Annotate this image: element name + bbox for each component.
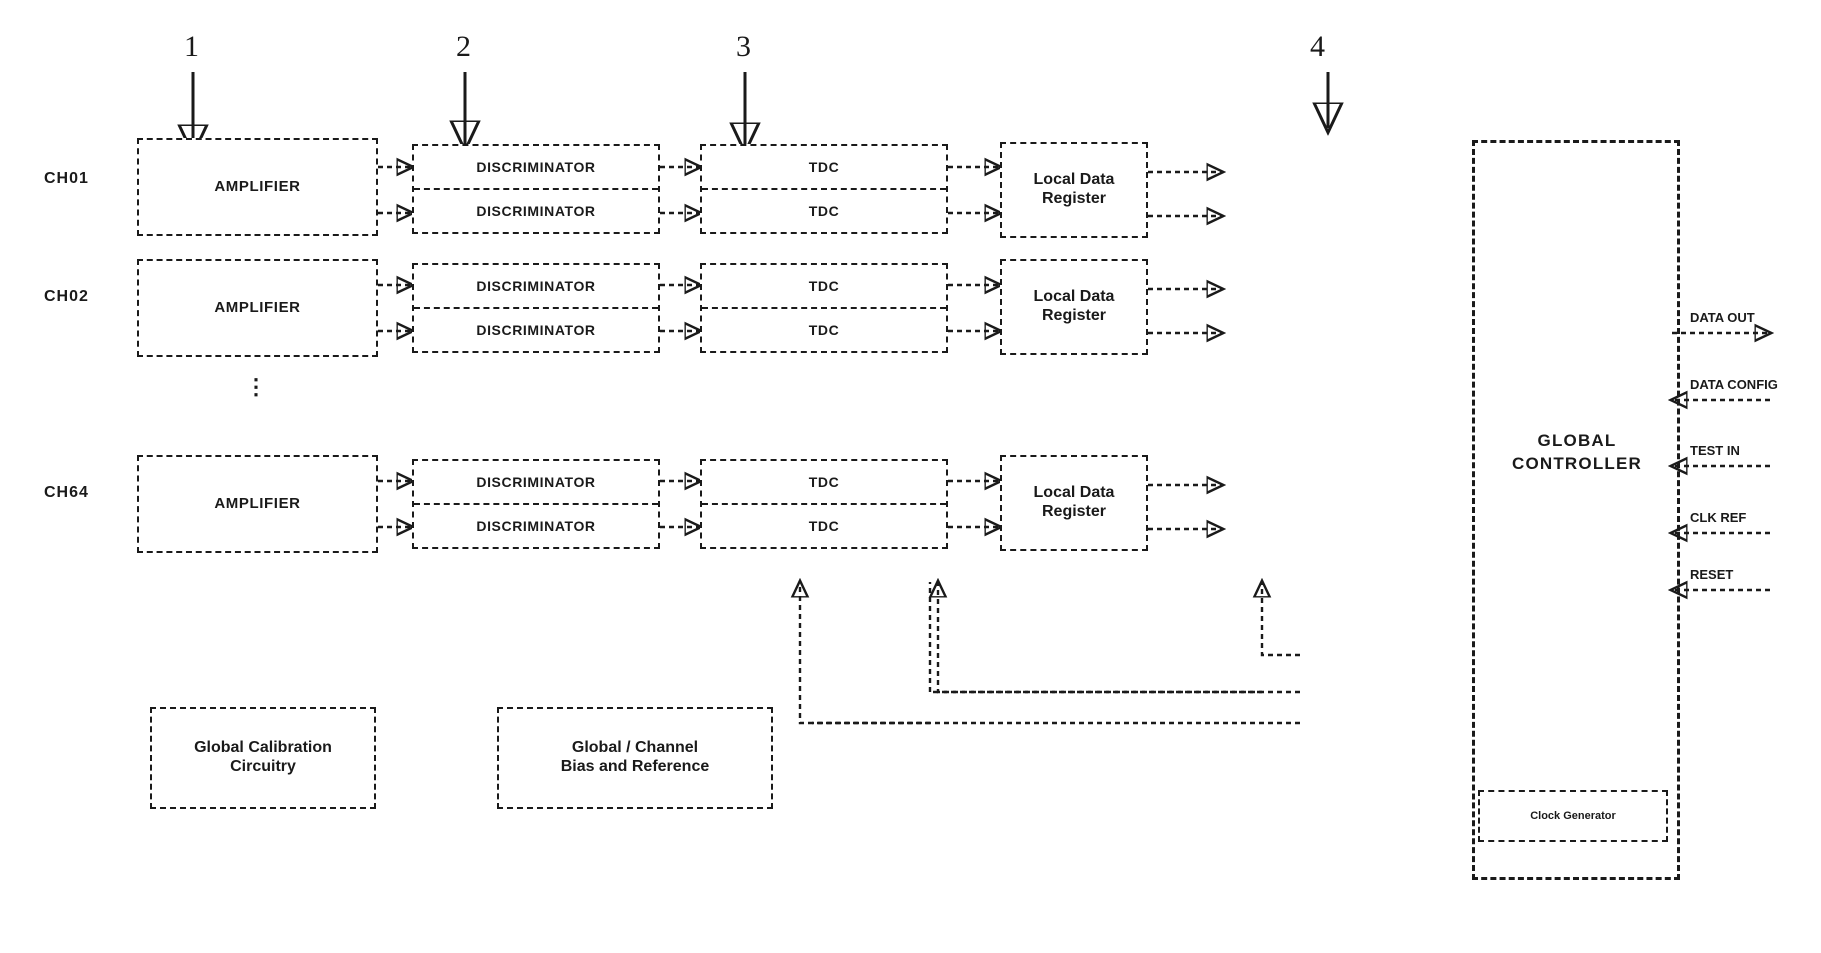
tdc-ch02-a[interactable]: TDC xyxy=(702,265,946,309)
discriminator-ch64-b-label: DISCRIMINATOR xyxy=(476,518,596,534)
discriminator-pair-ch01[interactable]: DISCRIMINATOR DISCRIMINATOR xyxy=(412,144,660,234)
tdc-pair-ch64[interactable]: TDC TDC xyxy=(700,459,948,549)
amplifier-ch02[interactable]: AMPLIFIER xyxy=(137,259,378,357)
amplifier-ch01-label: AMPLIFIER xyxy=(214,178,301,196)
tdc-ch64-b-label: TDC xyxy=(808,518,840,534)
local-data-register-ch01-line2: Register xyxy=(1041,190,1107,207)
discriminator-ch02-b-label: DISCRIMINATOR xyxy=(476,322,596,338)
local-data-register-ch01[interactable]: Local Data Register xyxy=(1000,142,1148,238)
discriminator-ch64-a-label: DISCRIMINATOR xyxy=(476,474,596,490)
local-data-register-ch64-line2: Register xyxy=(1041,503,1107,520)
tdc-pair-ch02[interactable]: TDC TDC xyxy=(700,263,948,353)
tdc-ch01-b[interactable]: TDC xyxy=(702,190,946,232)
local-data-register-ch02-line2: Register xyxy=(1041,307,1107,324)
discriminator-ch01-b-label: DISCRIMINATOR xyxy=(476,203,596,219)
channel-label-ch64: CH64 xyxy=(44,484,89,501)
tdc-pair-ch01[interactable]: TDC TDC xyxy=(700,144,948,234)
global-channel-bias-reference[interactable]: Global / Channel Bias and Reference xyxy=(497,707,773,809)
local-data-register-ch01-line1: Local Data xyxy=(1033,171,1115,189)
tdc-ch02-b[interactable]: TDC xyxy=(702,309,946,351)
discriminator-ch01-a-label: DISCRIMINATOR xyxy=(476,159,596,175)
discriminator-ch64-a[interactable]: DISCRIMINATOR xyxy=(414,461,658,505)
channel-label-ch02: CH02 xyxy=(44,288,89,305)
discriminator-pair-ch64[interactable]: DISCRIMINATOR DISCRIMINATOR xyxy=(412,459,660,549)
discriminator-ch01-a[interactable]: DISCRIMINATOR xyxy=(414,146,658,190)
discriminator-ch02-b[interactable]: DISCRIMINATOR xyxy=(414,309,658,351)
tdc-ch02-b-label: TDC xyxy=(808,322,840,338)
tdc-ch01-b-label: TDC xyxy=(808,203,840,219)
global-calibration-line1: Global Calibration xyxy=(194,739,332,757)
amplifier-ch02-label: AMPLIFIER xyxy=(214,299,301,317)
channel-label-ch01: CH01 xyxy=(44,170,89,187)
global-calibration-circuitry[interactable]: Global Calibration Circuitry xyxy=(150,707,376,809)
signal-label-clk-ref: CLK REF xyxy=(1690,510,1747,525)
discriminator-ch02-a-label: DISCRIMINATOR xyxy=(476,278,596,294)
local-data-register-ch02[interactable]: Local Data Register xyxy=(1000,259,1148,355)
chip-boundary xyxy=(1472,140,1680,880)
discriminator-ch02-a[interactable]: DISCRIMINATOR xyxy=(414,265,658,309)
signal-label-test-in: TEST IN xyxy=(1690,443,1740,458)
amplifier-ch64[interactable]: AMPLIFIER xyxy=(137,455,378,553)
global-channel-bias-line1: Global / Channel xyxy=(571,739,699,757)
channel-ellipsis: ⋮ xyxy=(236,374,276,450)
discriminator-ch64-b[interactable]: DISCRIMINATOR xyxy=(414,505,658,547)
global-controller-line2: CONTROLLER xyxy=(1511,453,1643,473)
tdc-ch64-a[interactable]: TDC xyxy=(702,461,946,505)
tdc-ch01-a[interactable]: TDC xyxy=(702,146,946,190)
signal-label-data-out: DATA OUT xyxy=(1690,310,1755,325)
discriminator-pair-ch02[interactable]: DISCRIMINATOR DISCRIMINATOR xyxy=(412,263,660,353)
patent-figure: 1 2 3 4 CH01 CH02 CH64 AMPLIFIER DISCRIM… xyxy=(0,0,1821,953)
tdc-ch01-a-label: TDC xyxy=(808,159,840,175)
local-data-register-ch64[interactable]: Local Data Register xyxy=(1000,455,1148,551)
global-controller-line1: GLOBAL xyxy=(1537,431,1617,450)
tdc-ch02-a-label: TDC xyxy=(808,278,840,294)
discriminator-ch01-b[interactable]: DISCRIMINATOR xyxy=(414,190,658,232)
clock-generator-block[interactable]: Clock Generator xyxy=(1478,790,1668,842)
local-data-register-ch64-line1: Local Data xyxy=(1033,484,1115,502)
global-channel-bias-line2: Bias and Reference xyxy=(560,758,710,775)
tdc-ch64-a-label: TDC xyxy=(808,474,840,490)
signal-label-data-config: DATA CONFIG xyxy=(1690,377,1778,392)
channel-ellipsis-glyph: ⋮ xyxy=(245,374,267,399)
global-controller-label: GLOBAL CONTROLLER xyxy=(1482,430,1672,476)
amplifier-ch64-label: AMPLIFIER xyxy=(214,495,301,513)
signal-label-reset: RESET xyxy=(1690,567,1734,582)
amplifier-ch01[interactable]: AMPLIFIER xyxy=(137,138,378,236)
local-data-register-ch02-line1: Local Data xyxy=(1033,288,1115,306)
global-calibration-line2: Circuitry xyxy=(230,758,296,775)
clock-generator-label: Clock Generator xyxy=(1530,810,1616,822)
tdc-ch64-b[interactable]: TDC xyxy=(702,505,946,547)
